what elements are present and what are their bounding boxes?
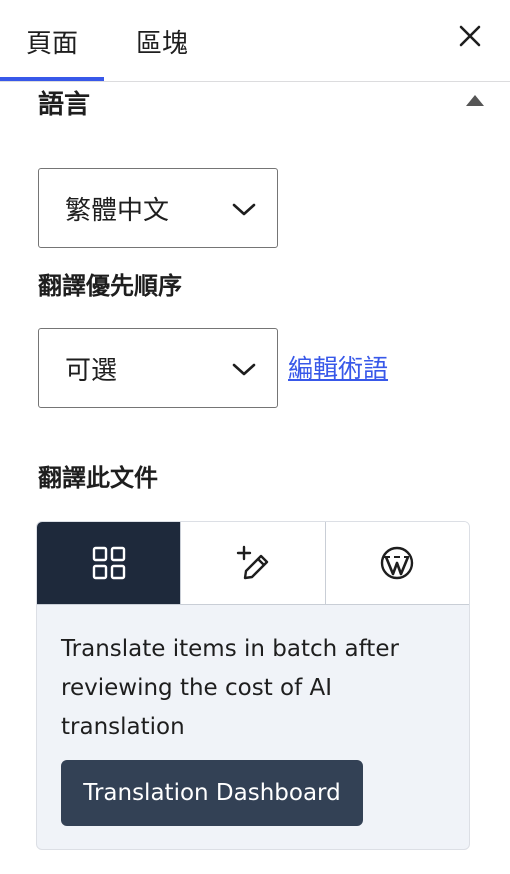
grid-icon [92,546,125,580]
sidebar-panel: 頁面 區塊 語言 繁體中文 翻譯優先順序 可選 編輯術語 翻譯此文件 Trans… [0,0,510,874]
close-button[interactable] [446,12,494,60]
priority-select-value: 可選 [65,355,118,386]
chevron-down-icon [232,203,256,216]
sidebar-tabs: 頁面 區塊 [0,0,510,82]
priority-label: 翻譯優先順序 [38,271,182,300]
translate-document-label: 翻譯此文件 [38,463,158,492]
language-select-value: 繁體中文 [65,195,170,226]
language-section-title: 語言 [38,89,91,120]
tab-block[interactable]: 區塊 [116,0,208,82]
priority-select[interactable]: 可選 [38,328,278,408]
tab-page-label: 頁面 [25,28,78,59]
triangle-up-icon [466,95,484,106]
mode-tab-batch[interactable] [37,522,182,604]
translation-dashboard-button[interactable]: Translation Dashboard [61,760,363,826]
active-tab-indicator [0,77,104,81]
wordpress-icon [381,546,414,580]
mode-tab-wordpress[interactable] [325,522,469,604]
mode-tab-manual[interactable] [181,522,326,604]
tab-block-label: 區塊 [135,28,188,59]
add-edit-pencil-icon [236,545,269,580]
collapse-section-button[interactable] [458,86,492,114]
edit-glossary-link[interactable]: 編輯術語 [288,350,388,384]
tab-page[interactable]: 頁面 [0,0,104,82]
language-select[interactable]: 繁體中文 [38,168,278,248]
chevron-down-icon [232,363,256,376]
translation-card: Translate items in batch after reviewing… [36,521,470,850]
translation-mode-tabs [37,522,469,605]
translation-description: Translate items in batch after reviewing… [61,636,399,740]
close-icon [459,25,481,47]
